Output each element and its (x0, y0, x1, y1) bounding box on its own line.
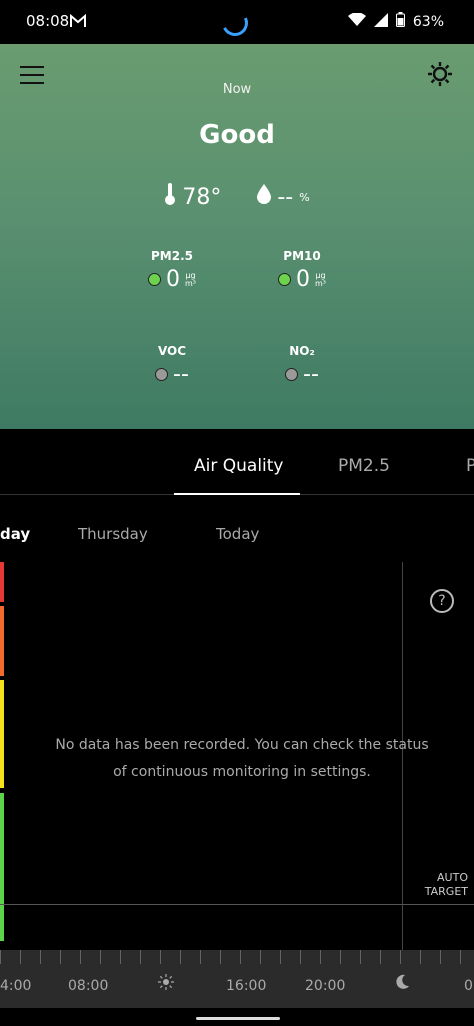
timeline-scrubber[interactable]: 4:00 08:00 16:00 20:00 0 (0, 950, 474, 1008)
time-label-0800: 08:00 (68, 978, 109, 994)
metric-pm10-unit: µg m³ (315, 270, 326, 288)
metric-pm25-value: 0 (166, 267, 180, 292)
air-quality-status: Good (199, 120, 275, 150)
metric-pm10-label: PM10 (283, 249, 321, 263)
metric-tabs: Air Quality PM2.5 P (0, 456, 474, 496)
battery-icon (395, 12, 405, 31)
metric-pm10[interactable]: PM10 0 µg m³ (252, 249, 352, 292)
no-data-message: No data has been recorded. You can check… (52, 732, 432, 786)
metric-no2-label: NO₂ (289, 344, 315, 358)
metric-pm10-value: 0 (296, 267, 310, 292)
signal-icon (373, 12, 388, 31)
active-tab-indicator (174, 493, 300, 495)
wifi-icon (347, 11, 366, 31)
loading-spinner-icon (218, 6, 252, 40)
metric-no2[interactable]: NO₂ -- (252, 344, 352, 387)
metric-pm25[interactable]: PM2.5 0 µg m³ (122, 249, 222, 292)
sun-icon (158, 974, 174, 994)
air-quality-hero: Now Good 78° -- % PM2.5 0 µg m³ PM10 0 µ… (0, 44, 474, 429)
metric-voc[interactable]: VOC -- (122, 344, 222, 387)
time-label-2000: 20:00 (305, 978, 346, 994)
time-label-0400: 4:00 (0, 978, 32, 994)
gmail-icon (70, 13, 86, 32)
time-label-partial: 0 (464, 978, 473, 994)
no2-status-dot (285, 368, 299, 381)
metric-voc-value: -- (173, 362, 189, 387)
temperature: 78° (164, 182, 221, 212)
metric-no2-value: -- (303, 362, 319, 387)
tab-pm25[interactable]: PM2.5 (338, 456, 390, 476)
thermometer-icon (164, 182, 176, 212)
target-line (0, 904, 474, 905)
day-thursday[interactable]: Thursday (78, 525, 148, 543)
auto-target-label: AUTO TARGET (424, 871, 468, 898)
status-indicators: 63% (347, 11, 444, 31)
metric-pm25-label: PM2.5 (151, 249, 193, 263)
water-drop-icon (257, 184, 272, 210)
no-data-line2: of continuous monitoring in settings. (113, 764, 371, 780)
day-today[interactable]: Today (216, 525, 259, 543)
band-orange (0, 606, 4, 676)
band-green (0, 793, 4, 941)
tab-air-quality[interactable]: Air Quality (194, 456, 284, 476)
voc-status-dot (155, 368, 169, 381)
pm25-status-dot (148, 273, 161, 286)
band-yellow (0, 680, 4, 788)
pm10-status-dot (278, 273, 291, 286)
tab-partial[interactable]: P (466, 456, 474, 476)
band-red (0, 562, 4, 602)
battery-percent: 63% (412, 13, 444, 30)
timeline-ticks (0, 950, 474, 964)
moon-icon (394, 974, 410, 994)
time-label: Now (222, 82, 252, 97)
home-indicator[interactable] (196, 1017, 280, 1020)
no-data-line1: No data has been recorded. You can check… (55, 737, 429, 753)
day-partial[interactable]: day (0, 525, 30, 543)
status-bar: 08:08 63% (0, 0, 474, 44)
humidity-unit: % (299, 190, 310, 204)
metric-voc-label: VOC (157, 344, 187, 358)
climate-row: 78° -- % (0, 182, 474, 212)
help-button[interactable]: ? (430, 589, 454, 613)
time-label-1600: 16:00 (226, 978, 267, 994)
status-time: 08:08 (26, 12, 70, 30)
metric-pm25-unit: µg m³ (185, 270, 196, 288)
temperature-value: 78° (182, 184, 222, 210)
humidity-value: -- (277, 184, 294, 210)
humidity: -- % (257, 182, 310, 212)
